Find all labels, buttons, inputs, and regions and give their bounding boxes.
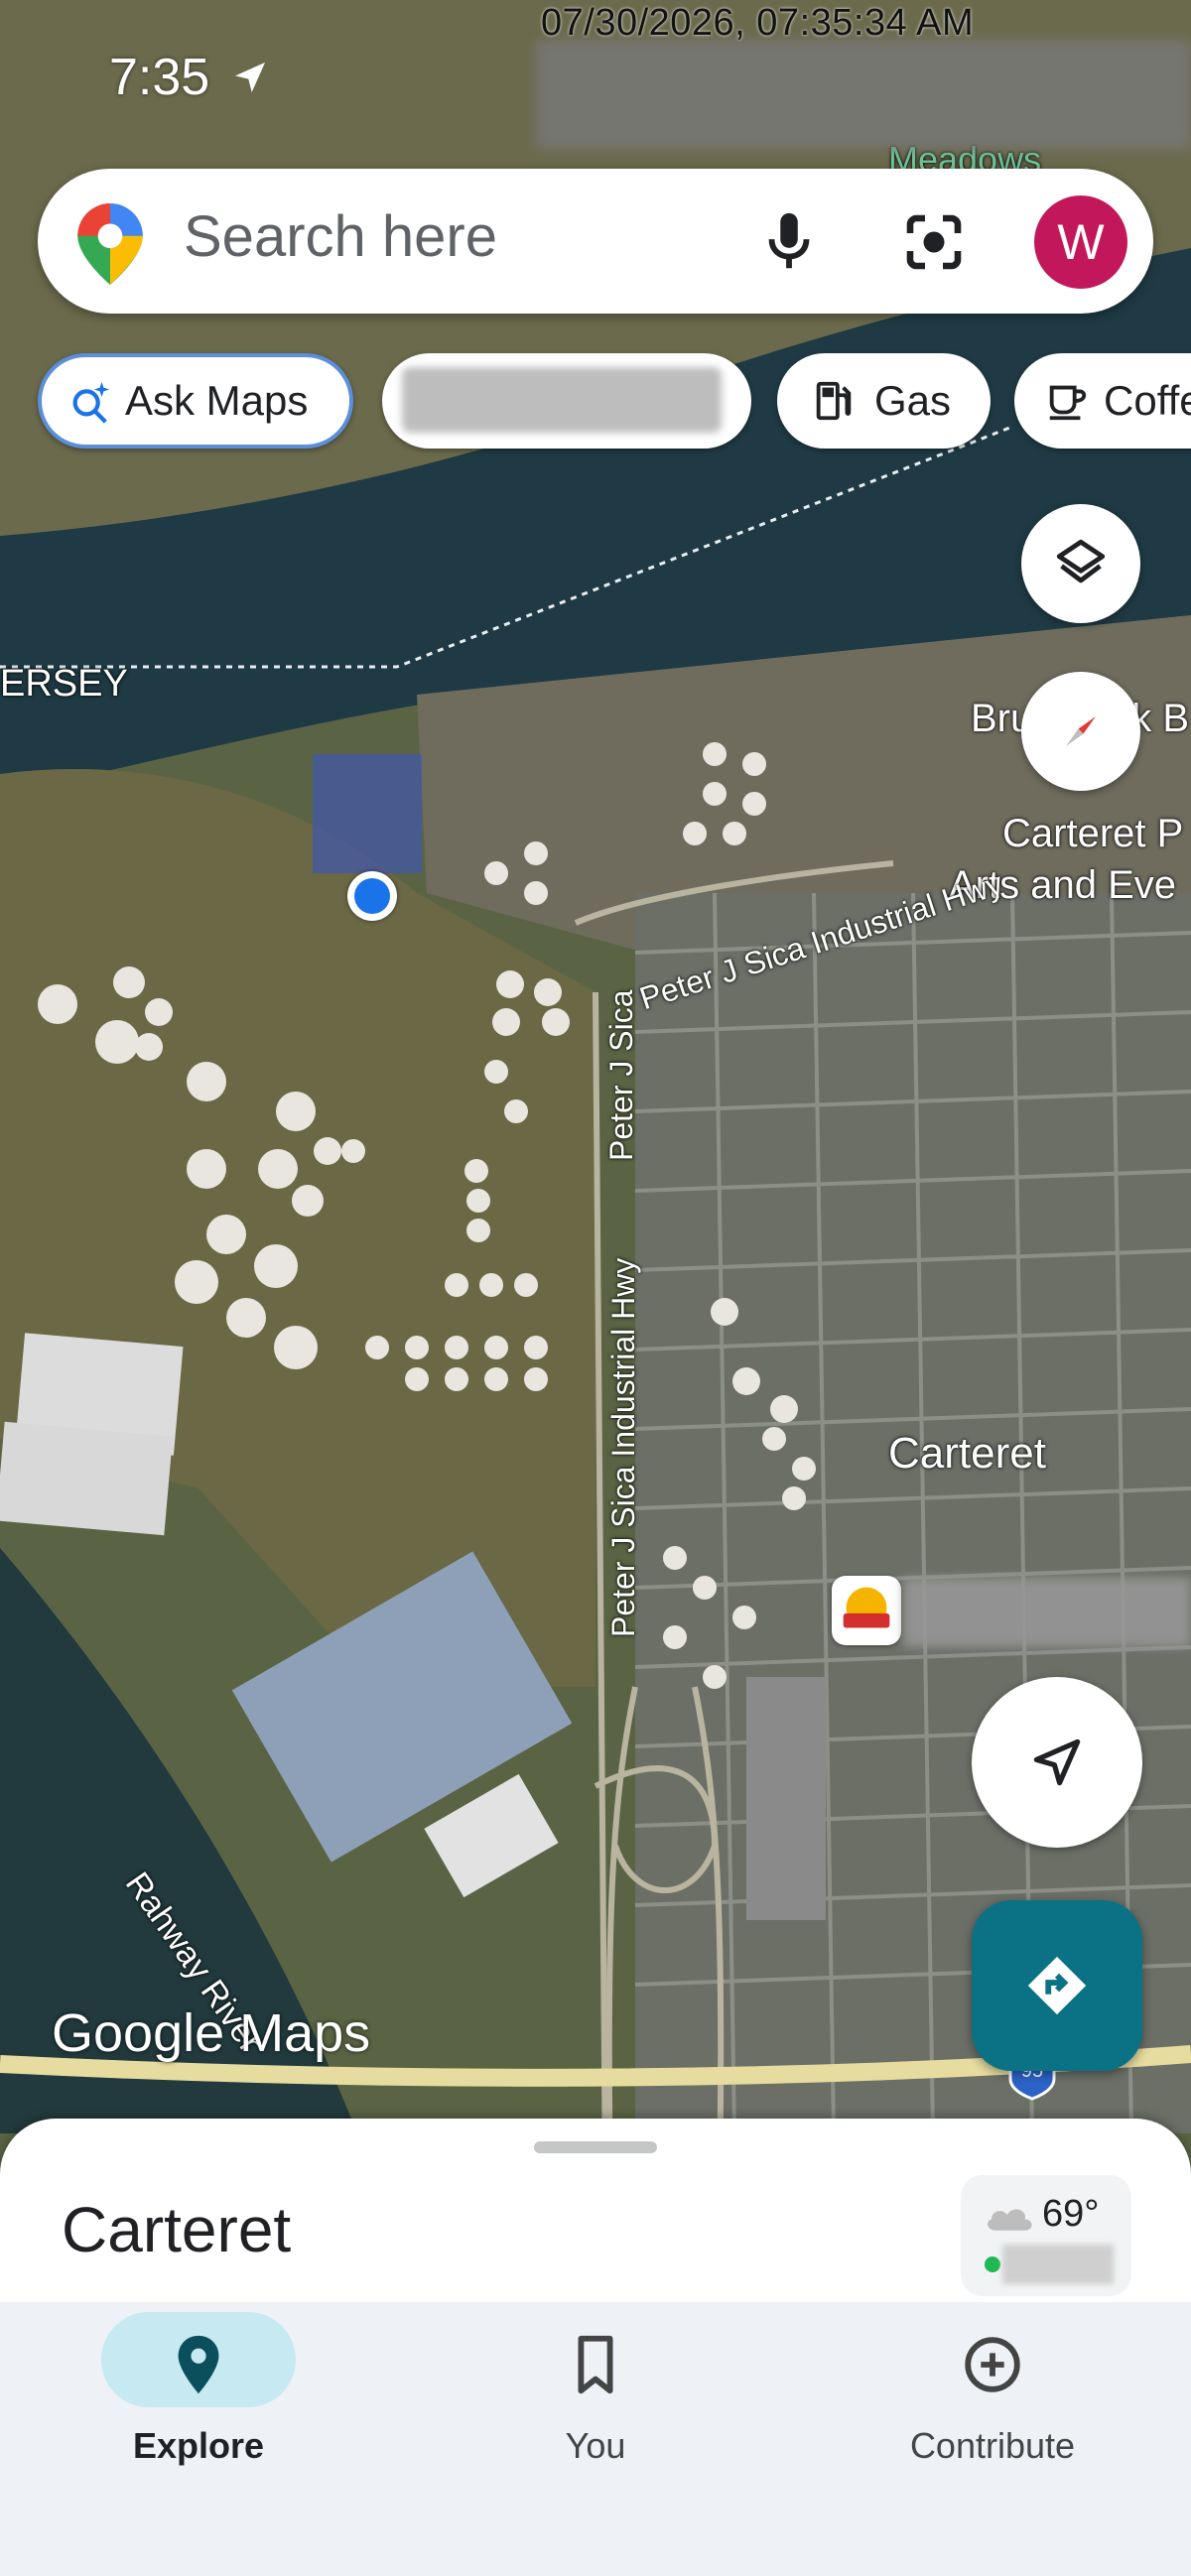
search-input[interactable]: Search here: [184, 203, 497, 270]
directions-button[interactable]: [972, 1900, 1142, 2071]
google-maps-pin-icon: [77, 203, 143, 285]
weather-detail-redaction: [1002, 2245, 1114, 2284]
status-bar-time: 7:35: [109, 49, 210, 106]
recenter-button[interactable]: [972, 1677, 1142, 1848]
gas-pump-icon: [816, 381, 852, 421]
microphone-icon[interactable]: [754, 206, 824, 278]
nav-you-label: You: [565, 2425, 626, 2466]
weather-temperature: 69°: [1042, 2193, 1100, 2235]
nav-explore-label: Explore: [132, 2425, 265, 2466]
map-redaction: [746, 1677, 826, 1920]
layers-icon: [1056, 539, 1106, 583]
nav-contribute-label: Contribute: [909, 2425, 1076, 2466]
account-avatar[interactable]: W: [1034, 195, 1127, 289]
compass-button[interactable]: [1021, 672, 1140, 791]
sparkle-search-icon: [72, 381, 110, 424]
bookmark-icon: [578, 2335, 613, 2394]
satellite-map[interactable]: Meadows ERSEY Brunswick B Carteret P Art…: [0, 0, 1191, 2183]
restaurant-marker[interactable]: [832, 1576, 901, 1645]
map-label-industrial-hwy-vertical: Peter J Sica Industrial Hwy: [605, 1257, 641, 1637]
location-pin-icon: [178, 2335, 219, 2394]
location-arrow-icon: [235, 63, 265, 92]
nav-contribute[interactable]: Contribute: [854, 2312, 1131, 2511]
google-lens-icon[interactable]: [898, 206, 970, 278]
navigation-arrow-icon: [1033, 1739, 1081, 1786]
chip-gas-label: Gas: [874, 377, 952, 424]
compass-icon: [1066, 716, 1096, 746]
restaurant-name-redaction: [903, 1578, 1191, 1647]
chip-redacted[interactable]: [382, 353, 751, 449]
nav-you[interactable]: You: [457, 2312, 734, 2511]
chip-redacted-blur: [402, 367, 722, 433]
map-label-jersey: ERSEY: [0, 663, 128, 705]
satellite-imagery: [0, 0, 1191, 2183]
air-quality-dot: [985, 2256, 1000, 2272]
coffee-cup-icon: [1049, 385, 1087, 421]
add-circle-icon: [965, 2337, 1020, 2392]
map-label-peter-j-sica: Peter J Sica: [603, 989, 639, 1161]
layers-button[interactable]: [1021, 504, 1140, 623]
chip-ask-maps[interactable]: Ask Maps: [38, 353, 353, 449]
chip-ask-maps-label: Ask Maps: [125, 377, 309, 424]
chip-coffee-label: Coffee: [1104, 377, 1191, 424]
chip-gas[interactable]: Gas: [777, 353, 991, 449]
restaurant-logo-icon: [843, 1587, 890, 1628]
current-location-dot: [347, 871, 397, 921]
screenshot-timestamp: 07/30/2026, 07:35:34 AM: [541, 2, 975, 44]
cloud-icon: [988, 2209, 1032, 2231]
map-label-carteret: Carteret: [888, 1429, 1046, 1478]
chip-coffee[interactable]: Coffee: [1014, 353, 1191, 449]
timestamp-redaction: [536, 40, 1191, 149]
sheet-drag-handle[interactable]: [534, 2141, 657, 2153]
directions-icon: [1027, 1956, 1087, 2015]
google-maps-watermark: Google Maps: [52, 2003, 371, 2063]
place-title: Carteret: [62, 2194, 292, 2265]
nav-explore[interactable]: Explore: [60, 2312, 337, 2511]
